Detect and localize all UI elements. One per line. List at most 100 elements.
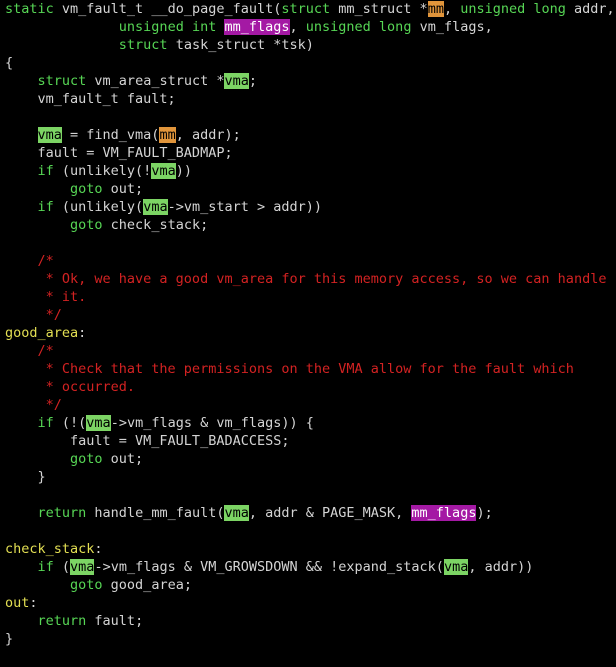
highlight-vma: vma <box>37 127 62 143</box>
code-text: : <box>78 325 87 341</box>
code-line: vma = find_vma(mm, addr); <box>5 126 241 144</box>
code-text: task_struct *tsk) <box>167 37 314 53</box>
code-text: , addr)) <box>468 559 534 575</box>
code-line: if (!(vma->vm_flags & vm_flags)) { <box>5 414 314 432</box>
highlight-mm: mm <box>159 127 176 143</box>
code-line: */ <box>5 396 62 414</box>
code-text: , addr & PAGE_MASK, <box>248 505 412 521</box>
code-text: vm_fault_t __do_page_fault( <box>53 1 282 17</box>
code-text: handle_mm_fault( <box>86 505 225 521</box>
code-text: ; <box>248 73 257 89</box>
code-line: if (vma->vm_flags & VM_GROWSDOWN && !exp… <box>5 558 533 576</box>
code-keyword: if <box>37 163 54 179</box>
code-line: } <box>5 468 46 486</box>
highlight-vma: vma <box>70 559 95 575</box>
code-text: check_stack; <box>102 217 209 233</box>
code-text: = find_vma( <box>61 127 160 143</box>
code-line: unsigned int mm_flags, unsigned long vm_… <box>5 18 493 36</box>
code-text: (!( <box>53 415 87 431</box>
code-line: * Ok, we have a good vm_area for this me… <box>5 270 607 288</box>
code-line: */ <box>5 306 62 324</box>
code-text: ->vm_flags & VM_GROWSDOWN && !expand_sta… <box>94 559 444 575</box>
code-line: static vm_fault_t __do_page_fault(struct… <box>5 0 615 18</box>
code-text: { <box>5 55 14 71</box>
code-text: fault; <box>86 613 144 629</box>
code-line: out: <box>5 594 38 612</box>
code-line: } <box>5 630 13 648</box>
code-line: /* <box>5 252 54 270</box>
code-keyword: struct <box>281 1 331 17</box>
code-keyword: struct <box>37 73 87 89</box>
code-keyword: return <box>37 505 87 521</box>
code-keyword: static <box>5 1 54 17</box>
code-text: fault = VM_FAULT_BADACCESS; <box>5 433 290 449</box>
code-text: } <box>5 631 14 647</box>
code-line: * it. <box>5 288 87 306</box>
code-line: * occurred. <box>5 378 135 396</box>
code-text: } <box>5 469 46 485</box>
code-keyword: unsigned int <box>118 19 217 35</box>
code-keyword: if <box>37 199 54 215</box>
code-text: vm_area_struct * <box>86 73 225 89</box>
code-keyword: if <box>37 415 54 431</box>
code-editor[interactable]: static vm_fault_t __do_page_fault(struct… <box>0 0 616 667</box>
code-keyword: goto <box>70 577 103 593</box>
code-line: * Check that the permissions on the VMA … <box>5 360 574 378</box>
code-text: (unlikely( <box>53 199 144 215</box>
code-line: vm_fault_t fault; <box>5 90 176 108</box>
highlight-vma: vma <box>143 199 168 215</box>
code-line: good_area: <box>5 324 86 342</box>
highlight-mm-flags: mm_flags <box>411 505 477 521</box>
code-keyword: struct <box>118 37 168 53</box>
code-line: fault = VM_FAULT_BADACCESS; <box>5 432 289 450</box>
code-text: vm_fault_t fault; <box>5 91 176 107</box>
code-text: , <box>289 19 306 35</box>
code-line: return handle_mm_fault(vma, addr & PAGE_… <box>5 504 493 522</box>
code-text: (unlikely(! <box>53 163 152 179</box>
code-comment: /* <box>5 343 54 359</box>
code-keyword: unsigned long <box>460 1 566 17</box>
code-text: ); <box>476 505 493 521</box>
code-label: out <box>5 595 30 611</box>
code-comment: * it. <box>5 289 87 305</box>
code-text: out; <box>102 181 144 197</box>
code-line: goto check_stack; <box>5 216 208 234</box>
code-keyword: goto <box>70 217 103 233</box>
code-text: mm_struct * <box>330 1 428 17</box>
code-comment: /* <box>5 253 54 269</box>
code-line: if (unlikely(vma->vm_start > addr)) <box>5 198 322 216</box>
code-text: )) <box>175 163 192 179</box>
code-text: addr, <box>565 1 615 17</box>
code-line: { <box>5 54 13 72</box>
code-comment: * occurred. <box>5 379 136 395</box>
code-text: out; <box>102 451 144 467</box>
code-text: ( <box>53 559 71 575</box>
code-line: if (unlikely(!vma)) <box>5 162 192 180</box>
code-line: goto out; <box>5 180 143 198</box>
code-line: struct vm_area_struct *vma; <box>5 72 257 90</box>
code-label: good_area <box>5 325 79 341</box>
code-keyword: goto <box>70 181 103 197</box>
code-line: check_stack: <box>5 540 103 558</box>
highlight-vma: vma <box>224 505 249 521</box>
code-keyword: return <box>37 613 87 629</box>
code-text: : <box>94 541 103 557</box>
highlight-vma: vma <box>224 73 249 89</box>
code-label: check_stack <box>5 541 95 557</box>
code-line: fault = VM_FAULT_BADMAP; <box>5 144 233 162</box>
highlight-mm-flags: mm_flags <box>224 19 290 35</box>
code-text: fault = VM_FAULT_BADMAP; <box>5 145 233 161</box>
code-line: goto out; <box>5 450 143 468</box>
